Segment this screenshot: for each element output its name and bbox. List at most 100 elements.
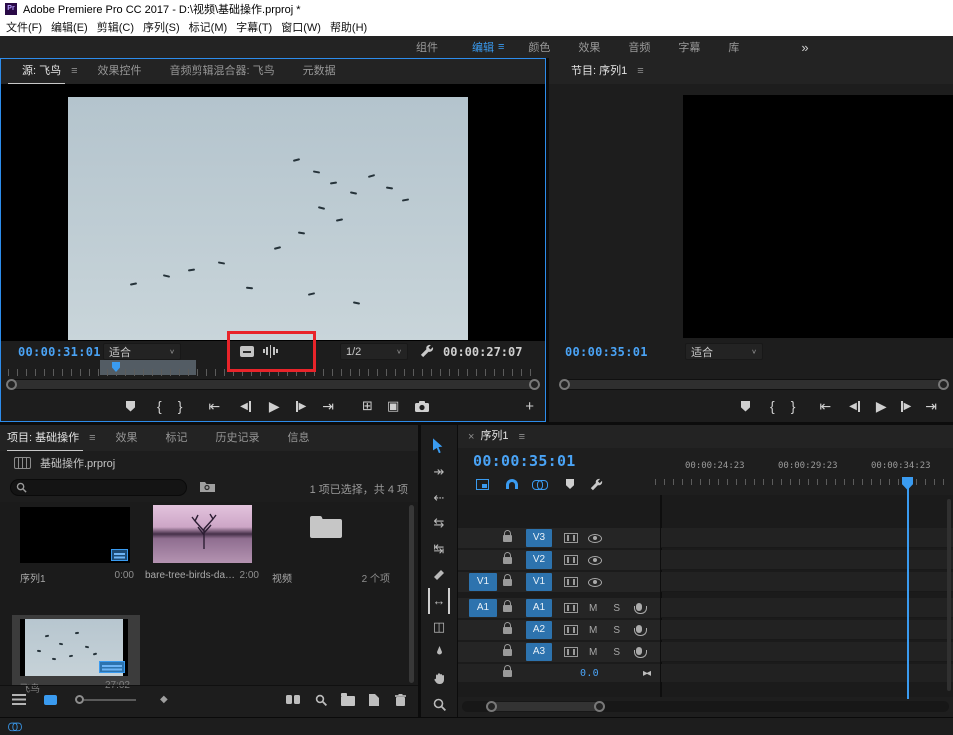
icon-view-button[interactable]	[44, 695, 57, 705]
goto-out-button[interactable]: ⇥	[925, 398, 937, 415]
master-audio-level[interactable]: 0.0	[580, 668, 599, 679]
menu-item-help[interactable]: 帮助(H)	[330, 19, 367, 35]
sync-lock-icon[interactable]	[564, 647, 578, 657]
track-target-v2[interactable]: V2	[526, 551, 552, 569]
hand-tool[interactable]	[421, 665, 457, 691]
automate-to-sequence-button[interactable]	[286, 694, 301, 705]
sync-lock-icon[interactable]	[564, 555, 578, 565]
solo-button[interactable]: S	[613, 647, 620, 658]
keyframe-bowtie-icon[interactable]: ▸◂	[643, 668, 649, 679]
tab-metadata[interactable]: 元数据	[289, 58, 350, 84]
goto-in-button[interactable]: ⇤	[208, 398, 220, 415]
program-zoom-scrollbar[interactable]	[559, 379, 949, 390]
ripple-edit-tool[interactable]: ⇠	[421, 485, 457, 511]
timeline-playhead-line[interactable]	[907, 487, 909, 699]
search-input[interactable]	[27, 482, 186, 493]
source-video-preview[interactable]	[68, 97, 468, 340]
lock-icon[interactable]	[503, 605, 512, 612]
menu-item-file[interactable]: 文件(F)	[6, 19, 42, 35]
add-marker-button[interactable]	[566, 479, 574, 489]
menu-item-window[interactable]: 窗口(W)	[281, 19, 321, 35]
track-lane[interactable]	[661, 528, 953, 548]
sync-lock-icon[interactable]	[564, 625, 578, 635]
tab-effect-controls[interactable]: 效果控件	[84, 58, 156, 84]
tab-source-clip[interactable]: 源: 飞鸟	[8, 58, 65, 84]
slide-tool[interactable]: ◫	[421, 614, 457, 640]
track-lane[interactable]	[661, 642, 953, 662]
step-forward-button[interactable]: ▶	[901, 401, 912, 412]
selection-tool[interactable]	[421, 433, 457, 459]
workspace-tab-libraries[interactable]: 库	[714, 39, 753, 55]
solo-button[interactable]: S	[613, 603, 620, 614]
sort-icons-button[interactable]: ◆	[160, 694, 168, 705]
workspace-tab-effects[interactable]: 效果	[564, 39, 614, 55]
goto-out-button[interactable]: ⇥	[322, 398, 334, 415]
step-back-button[interactable]: ◀	[240, 401, 251, 412]
playback-resolution-select[interactable]: 1/2 ∨	[340, 343, 408, 360]
track-lane[interactable]	[661, 620, 953, 640]
clear-trash-button[interactable]	[395, 694, 406, 706]
workspace-tab-editing[interactable]: 编辑	[456, 39, 498, 55]
tab-history[interactable]: 历史记录	[202, 425, 274, 451]
mark-out-button[interactable]: }	[791, 398, 796, 414]
mute-button[interactable]: M	[589, 603, 597, 614]
tab-project[interactable]: 项目: 基础操作	[7, 425, 83, 451]
search-bin-icon[interactable]	[200, 480, 215, 492]
track-target-a1[interactable]: A1	[526, 599, 552, 617]
source-timecode[interactable]: 00:00:31:01	[18, 345, 101, 359]
mark-out-button[interactable]: }	[178, 398, 183, 414]
zoom-tool[interactable]	[421, 691, 457, 717]
settings-wrench-icon[interactable]	[420, 344, 434, 358]
overwrite-button[interactable]: ▣	[387, 398, 399, 414]
button-editor-button[interactable]: +	[525, 398, 534, 415]
linked-selection-icon[interactable]	[532, 480, 548, 489]
lock-icon[interactable]	[503, 627, 512, 634]
lock-icon[interactable]	[503, 649, 512, 656]
track-target-a3[interactable]: A3	[526, 643, 552, 661]
zoom-slider[interactable]	[75, 695, 136, 704]
pen-tool[interactable]	[421, 640, 457, 666]
tab-effects[interactable]: 效果	[102, 425, 152, 451]
new-item-button[interactable]	[369, 694, 379, 706]
mark-in-button[interactable]: {	[770, 398, 775, 414]
tab-timeline-sequence[interactable]: 序列1	[474, 425, 512, 448]
sync-lock-icon[interactable]	[564, 577, 578, 587]
tab-audio-clip-mixer[interactable]: 音频剪辑混合器: 飞鸟	[156, 58, 289, 84]
voiceover-mic-icon[interactable]	[636, 647, 642, 655]
rolling-edit-tool[interactable]: ⇆	[421, 510, 457, 536]
track-target-a2[interactable]: A2	[526, 621, 552, 639]
find-button[interactable]	[315, 694, 327, 706]
add-marker-button[interactable]	[741, 401, 750, 412]
project-item-image[interactable]: bare-tree-birds-dawn-... 2:00	[143, 504, 263, 586]
menu-item-markers[interactable]: 标记(M)	[189, 19, 228, 35]
razor-tool[interactable]	[421, 562, 457, 588]
lock-icon[interactable]	[503, 535, 512, 542]
mute-button[interactable]: M	[589, 625, 597, 636]
menu-item-sequence[interactable]: 序列(S)	[143, 19, 180, 35]
goto-in-button[interactable]: ⇤	[819, 398, 831, 415]
menu-item-clip[interactable]: 剪辑(C)	[97, 19, 134, 35]
step-back-button[interactable]: ◀	[849, 401, 860, 412]
track-target-v1[interactable]: V1	[526, 573, 552, 591]
workspace-tab-assembly[interactable]: 组件	[398, 39, 456, 55]
insert-nest-toggle-icon[interactable]	[476, 479, 489, 490]
workspace-overflow-icon[interactable]: »	[753, 40, 808, 55]
add-marker-button[interactable]	[126, 401, 135, 412]
lock-icon[interactable]	[503, 579, 512, 586]
workspace-menu-icon[interactable]: ≡	[498, 41, 514, 53]
track-output-eye-icon[interactable]	[588, 556, 602, 565]
snap-toggle-icon[interactable]	[506, 479, 518, 489]
workspace-tab-captions[interactable]: 字幕	[664, 39, 714, 55]
new-bin-button[interactable]	[341, 696, 355, 706]
workspace-tab-audio[interactable]: 音频	[614, 39, 664, 55]
slip-tool[interactable]: ↔	[428, 588, 450, 614]
project-item-bin[interactable]: 视频 2 个项	[266, 504, 394, 586]
sync-lock-icon[interactable]	[564, 533, 578, 543]
source-patch-a1[interactable]: A1	[469, 599, 497, 617]
voiceover-mic-icon[interactable]	[636, 603, 642, 611]
timeline-vertical-scrollbar[interactable]	[947, 499, 951, 691]
track-output-eye-icon[interactable]	[588, 578, 602, 587]
mute-button[interactable]: M	[589, 647, 597, 658]
project-file-row[interactable]: 基础操作.prproj	[0, 453, 418, 473]
track-lane[interactable]	[661, 598, 953, 618]
